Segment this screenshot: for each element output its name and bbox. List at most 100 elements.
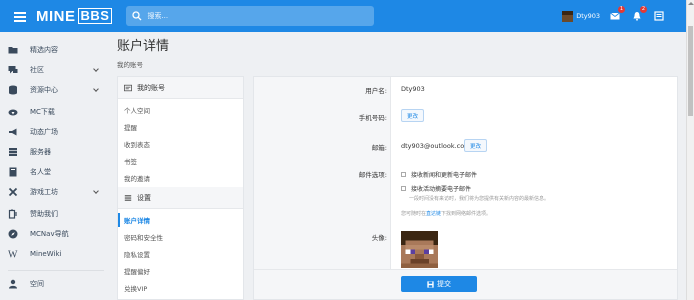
- sidebar-item-hall-of-fame[interactable]: 名人堂: [8, 165, 104, 179]
- alerts-button[interactable]: 2: [632, 6, 647, 21]
- hint-text: 您可随时在: [401, 211, 427, 217]
- left-sidebar: 精选内容 社区 资源中心 MC下载 动态广场 服务器 名人堂 游戏工坊 赞助我们…: [0, 32, 108, 300]
- username-label: 用户名:: [365, 87, 387, 95]
- email-label: 邮箱:: [371, 144, 387, 152]
- alerts-badge: 2: [639, 6, 647, 13]
- sidebar-item-label: 资源中心: [30, 86, 58, 94]
- breadcrumb[interactable]: 我的账号: [117, 59, 143, 69]
- sidebar-item-game-workshop[interactable]: 游戏工坊: [8, 185, 104, 199]
- change-phone-button[interactable]: 更改: [401, 109, 425, 122]
- sidebar-item-label: 空间: [30, 280, 44, 288]
- email-value: dty903@outlook.com: [401, 142, 471, 150]
- sidebar-item-space[interactable]: 空间: [8, 277, 104, 291]
- server-icon: [9, 148, 17, 156]
- sidebar-item-servers[interactable]: 服务器: [8, 145, 104, 159]
- account-details-form: 用户名: 手机号码: 邮箱: 邮件选项: 头像: Dty903 更改 dty90…: [253, 76, 678, 300]
- username-link[interactable]: Dty903: [576, 12, 600, 20]
- change-email-button[interactable]: 更改: [464, 139, 488, 152]
- inbox-badge: 1: [617, 6, 625, 13]
- submit-label: 提交: [437, 280, 451, 288]
- whats-new-button[interactable]: [654, 11, 664, 21]
- avatar-image[interactable]: [401, 231, 438, 268]
- sliders-icon: [124, 194, 132, 201]
- bell-icon: [633, 12, 641, 21]
- logo-text: MINE: [36, 7, 76, 25]
- digest-hint: 一段时间没有来访时，我们将为您提供有关新内容的最新信息。: [409, 196, 550, 202]
- sidebar-item-label: MineWiki: [30, 250, 62, 258]
- compass-icon: [8, 229, 18, 239]
- tools-icon: [8, 187, 18, 197]
- user-avatar[interactable]: [562, 10, 574, 22]
- checkbox-label: 接收新闻和更新电子邮件: [411, 172, 478, 179]
- checkbox-box[interactable]: [401, 172, 406, 177]
- active-indicator: [118, 213, 120, 227]
- form-label-column: 用户名: 手机号码: 邮箱: 邮件选项: 头像:: [254, 77, 391, 269]
- page-scrollbar[interactable]: [686, 0, 694, 300]
- nav-link-bookmarks[interactable]: 书签: [124, 156, 137, 166]
- search-placeholder: 搜索...: [147, 12, 169, 20]
- sidebar-item-label: 社区: [30, 66, 44, 74]
- wikipedia-icon: W: [8, 250, 18, 260]
- inbox-button[interactable]: 1: [610, 6, 625, 21]
- sidebar-divider: [8, 270, 104, 271]
- sidebar-item-resources[interactable]: 资源中心: [8, 83, 104, 97]
- digest-email-checkbox[interactable]: 接收活动摘要电子邮件: [401, 184, 471, 193]
- sidebar-item-sponsor[interactable]: 赞助我们: [8, 207, 104, 221]
- sidebar-item-label: 动态广场: [30, 128, 58, 136]
- chat-icon: [8, 66, 18, 74]
- nav-link-redeem-vip[interactable]: 兑换VIP: [124, 283, 147, 293]
- logo-box-text: BBS: [77, 8, 113, 24]
- sidebar-item-label: 精选内容: [30, 46, 58, 54]
- news-email-checkbox[interactable]: 接收新闻和更新电子邮件: [401, 170, 477, 179]
- sidebar-item-community[interactable]: 社区: [8, 63, 104, 77]
- book-icon: [9, 167, 17, 177]
- database-icon: [9, 85, 17, 95]
- search-icon: [132, 11, 142, 21]
- checkbox-label: 接收活动摘要电子邮件: [411, 186, 472, 193]
- nav-link-alert-preferences[interactable]: 提醒偏好: [124, 266, 150, 276]
- sidebar-item-label: MCNav导航: [30, 230, 69, 238]
- form-submit-row: 提交: [254, 269, 677, 299]
- chevron-down-icon[interactable]: [93, 188, 99, 194]
- nav-section-title: 设置: [137, 193, 151, 202]
- user-icon: [9, 279, 17, 289]
- nav-section-my-account: 我的账号: [118, 77, 243, 99]
- scroll-up-arrow-icon[interactable]: [688, 2, 694, 5]
- sidebar-item-label: 服务器: [30, 148, 51, 156]
- sidebar-item-label: 名人堂: [30, 168, 51, 176]
- unsubscribe-hint: 您可随时在直达链下找到网络邮件选项。: [401, 210, 491, 217]
- direct-link[interactable]: 直达链: [426, 211, 441, 217]
- nav-link-invites[interactable]: 我的邀请: [124, 173, 150, 183]
- chevron-down-icon[interactable]: [93, 86, 99, 92]
- scrollbar-thumb[interactable]: [688, 26, 693, 116]
- chevron-down-icon[interactable]: [93, 66, 99, 72]
- sidebar-item-label: 游戏工坊: [30, 188, 58, 196]
- menu-icon[interactable]: [14, 11, 26, 22]
- nav-link-privacy[interactable]: 隐私设置: [124, 249, 150, 259]
- nav-section-title: 我的账号: [137, 83, 165, 92]
- sidebar-item-featured[interactable]: 精选内容: [8, 43, 104, 57]
- submit-button[interactable]: 提交: [401, 276, 477, 292]
- nav-link-profile[interactable]: 个人空间: [124, 105, 150, 115]
- sidebar-item-minewiki[interactable]: W MineWiki: [8, 247, 104, 261]
- nav-link-reactions[interactable]: 收到表态: [124, 139, 150, 149]
- avatar-label: 头像:: [371, 234, 387, 242]
- top-navbar: MINE BBS 搜索... Dty903 1 2: [0, 0, 686, 32]
- nav-link-alerts[interactable]: 提醒: [124, 122, 137, 132]
- site-logo[interactable]: MINE BBS: [36, 7, 113, 25]
- envelope-icon: [610, 12, 620, 20]
- sidebar-item-activity[interactable]: 动态广场: [8, 125, 104, 139]
- nav-link-account-details[interactable]: 账户详情: [124, 215, 150, 225]
- nav-section-settings: 设置: [118, 187, 243, 209]
- mail-options-label: 邮件选项:: [358, 171, 387, 179]
- sidebar-item-mcnav[interactable]: MCNav导航: [8, 227, 104, 241]
- page-title: 账户详情: [117, 39, 170, 54]
- search-input[interactable]: 搜索...: [126, 6, 375, 26]
- sidebar-item-label: 赞助我们: [30, 210, 58, 218]
- nav-link-password-security[interactable]: 密码和安全性: [124, 232, 163, 242]
- sidebar-item-mc-download[interactable]: MC下载: [8, 105, 104, 119]
- account-nav-panel: 我的账号 个人空间 提醒 收到表态 书签 我的邀请 设置 账户详情 密码和安全性…: [117, 76, 244, 300]
- svg-text:W: W: [8, 250, 18, 260]
- sidebar-item-label: MC下载: [30, 108, 55, 116]
- checkbox-box[interactable]: [401, 186, 406, 191]
